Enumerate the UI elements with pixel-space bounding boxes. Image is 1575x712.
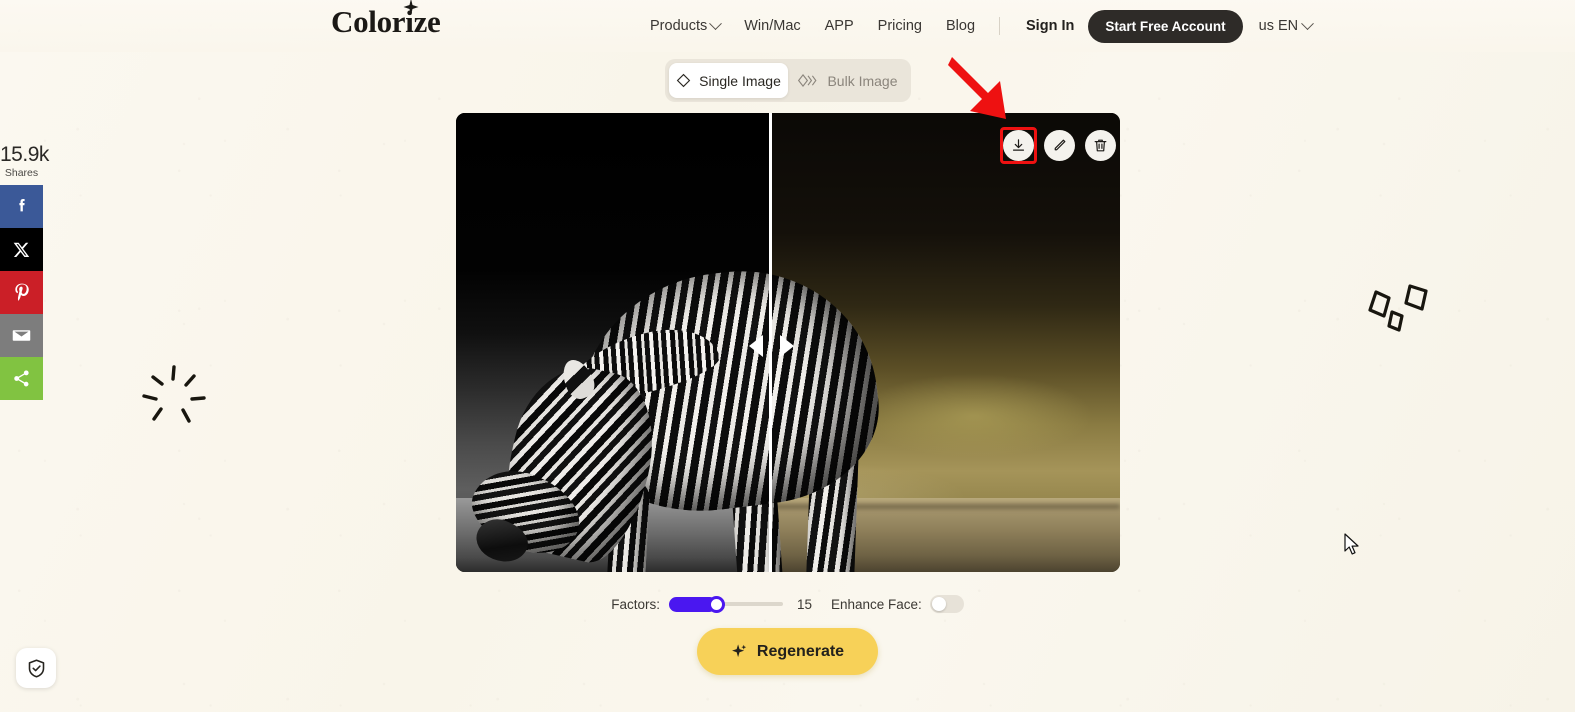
before-after-comparison[interactable] [456,113,1120,572]
pinterest-share-button[interactable] [0,270,43,314]
social-share-sidebar: 15.9k Shares [0,140,49,400]
regenerate-button[interactable]: Regenerate [697,628,878,675]
nav-item-pricing[interactable]: Pricing [866,18,934,34]
share-count: 15.9k Shares [0,140,49,185]
diamond-icon [676,73,691,88]
privacy-badge[interactable] [16,648,56,688]
nav-label: Products [650,18,708,34]
nav-divider [999,17,1001,35]
hand-drawn-burst-icon [142,365,206,423]
share-nodes-icon [14,370,29,386]
facebook-share-button[interactable] [0,184,43,228]
nav-label: Win/Mac [744,18,801,34]
nav-item-blog[interactable]: Blog [934,18,987,34]
language-selector[interactable]: us EN [1243,16,1323,34]
chevron-down-icon [709,16,723,30]
logo[interactable]: Colorize [331,0,441,39]
edit-button[interactable] [1044,130,1075,161]
x-twitter-icon [13,242,30,257]
chevron-down-icon [1301,16,1315,30]
factors-value: 15 [796,596,812,612]
download-icon [1012,139,1025,151]
triangle-left-icon[interactable] [749,335,763,357]
sparkle-icon [403,0,419,16]
sparkle-icon [731,644,747,658]
slider-thumb[interactable] [707,596,725,613]
triangle-right-icon[interactable] [780,335,794,357]
before-image [456,113,770,572]
shield-check-icon [28,658,44,678]
nav-label: APP [824,18,854,34]
nav-item-products[interactable]: Products [650,16,732,34]
nav-item-winmac[interactable]: Win/Mac [732,18,812,34]
pinterest-icon [14,283,29,301]
logo-text: Colorize [331,4,441,39]
email-share-button[interactable] [0,313,43,357]
toggle-knob [931,597,946,611]
start-free-account-button[interactable]: Start Free Account [1088,9,1243,43]
comparison-divider [769,113,772,572]
nav-item-app[interactable]: APP [813,18,866,34]
enhance-face-toggle[interactable] [929,595,964,613]
enhance-face-label: Enhance Face: [830,596,922,612]
tab-single-image[interactable]: Single Image [669,63,788,98]
language-label: us EN [1258,18,1299,34]
main-nav: Products Win/Mac APP Pricing Blog Sign I… [650,0,1322,52]
nav-label: Pricing [877,18,922,34]
delete-button[interactable] [1085,130,1116,161]
controls-row: Factors: 15 Enhance Face: [0,594,1575,614]
x-share-button[interactable] [0,227,43,271]
download-button[interactable] [1003,130,1034,161]
tab-label: Single Image [699,72,781,89]
site-header: Colorize Products Win/Mac APP Pricing Bl… [0,0,1575,52]
envelope-icon [12,329,31,341]
facebook-icon [18,199,25,212]
factors-slider[interactable] [668,594,783,614]
regenerate-label: Regenerate [756,642,845,660]
download-button-highlight [1000,127,1037,164]
delete-button-slot [1082,127,1119,164]
edit-button-slot [1041,127,1078,164]
hand-drawn-diamonds-icon [1368,284,1428,332]
share-count-number: 15.9k [0,143,49,166]
mode-tabs: Single Image Bulk Image [665,59,911,102]
trash-icon [1094,139,1107,152]
pencil-icon [1054,139,1066,151]
nav-label: Blog [945,18,976,34]
share-count-label: Shares [4,167,39,179]
mouse-pointer-icon [1344,533,1359,555]
multi-diamond-icon [798,73,817,88]
tab-label: Bulk Image [827,72,898,89]
image-action-toolbar [1000,127,1119,164]
sign-in-link[interactable]: Sign In [1012,18,1088,34]
tab-bulk-image[interactable]: Bulk Image [788,63,907,98]
more-share-button[interactable] [0,356,43,400]
factors-label: Factors: [611,596,660,612]
